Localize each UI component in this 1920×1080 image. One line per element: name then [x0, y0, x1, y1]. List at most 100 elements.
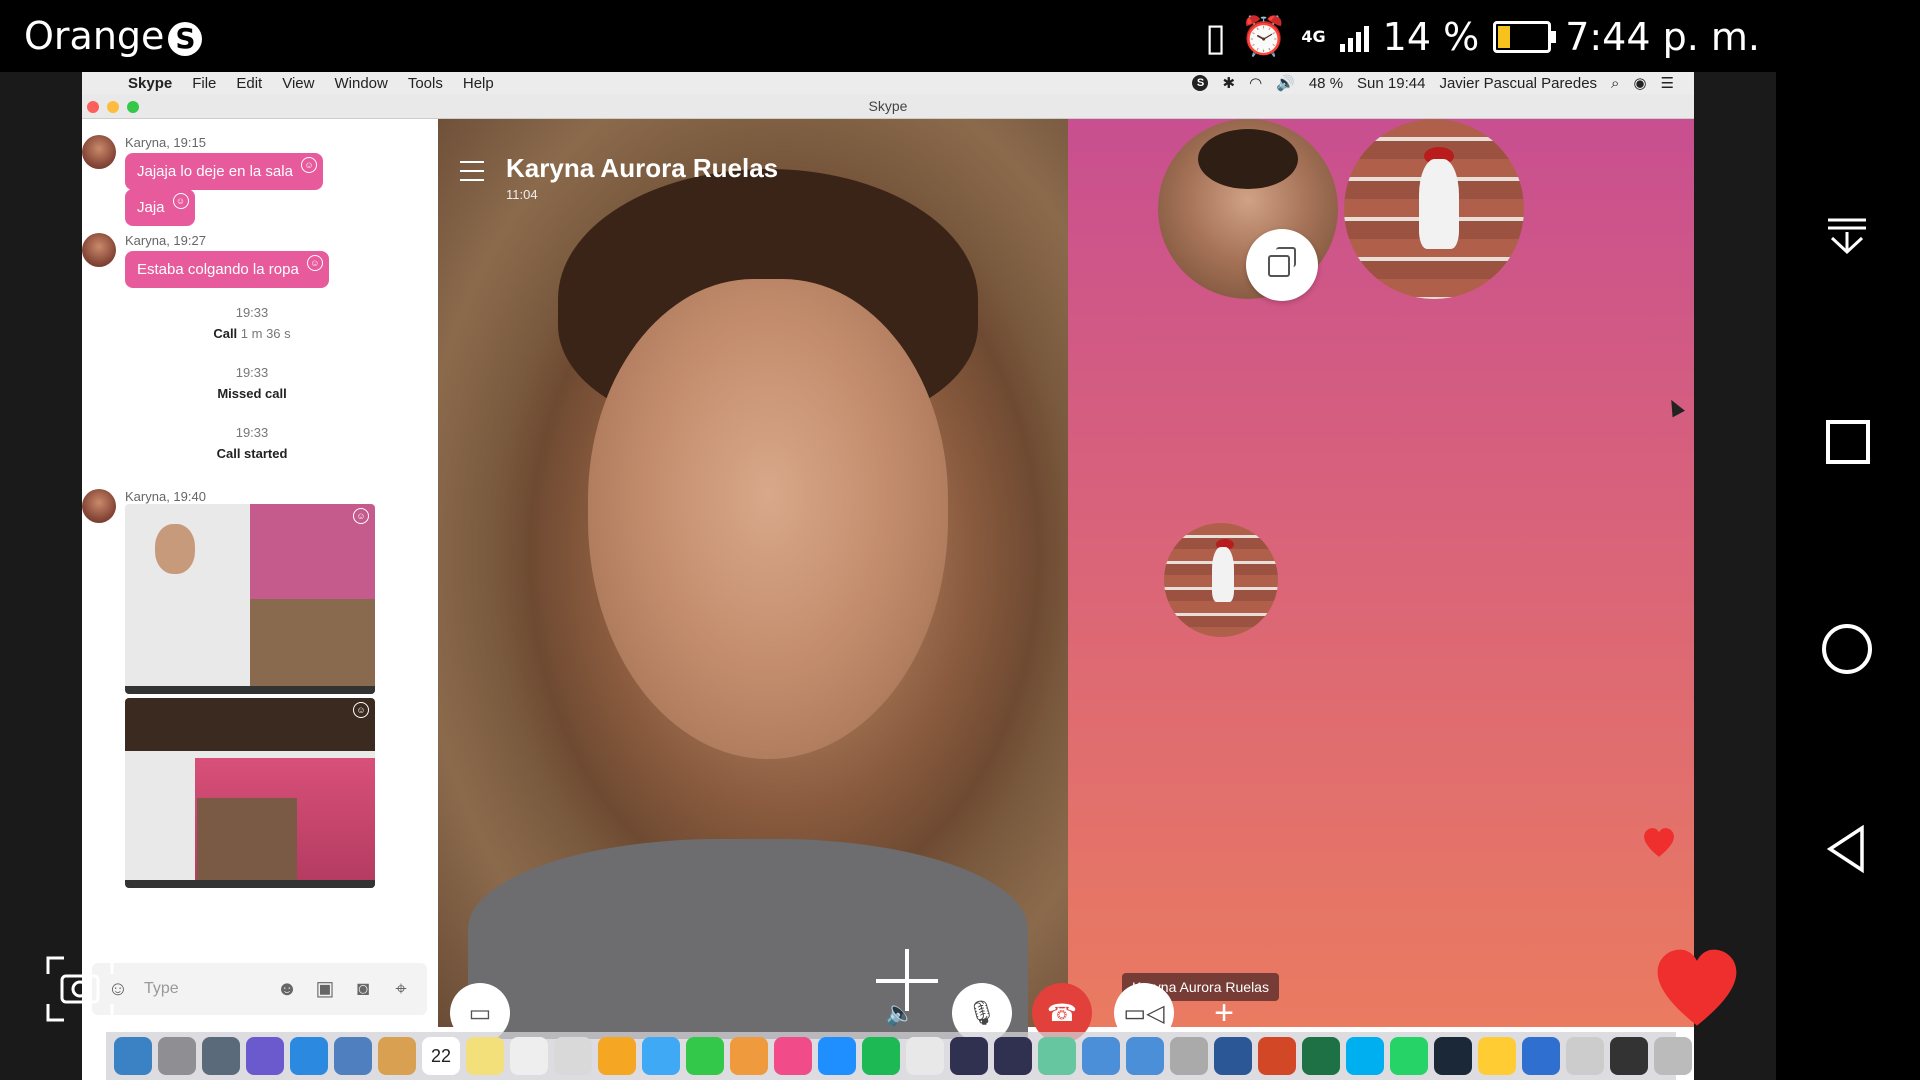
reaction-icon[interactable]: ☺ — [353, 702, 369, 718]
send-money-icon[interactable]: ◙ — [351, 977, 375, 1001]
textedit-icon[interactable] — [510, 1037, 548, 1075]
skype-menubar-icon[interactable]: S — [1192, 75, 1209, 91]
event-time: 19:33 — [235, 365, 269, 380]
preview-icon[interactable] — [334, 1037, 372, 1075]
keynote-icon[interactable] — [1126, 1037, 1164, 1075]
stickies-icon[interactable] — [466, 1037, 504, 1075]
event-detail: 1 m 36 s — [240, 326, 291, 341]
notification-center-icon[interactable]: ☰ — [1661, 74, 1674, 92]
message-bubble[interactable]: Estaba colgando la ropa ☺ — [125, 251, 329, 288]
back-icon[interactable] — [1822, 824, 1872, 874]
pencil-icon[interactable] — [1478, 1037, 1516, 1075]
spotify-icon[interactable] — [862, 1037, 900, 1075]
launchpad-icon[interactable] — [202, 1037, 240, 1075]
event-label: Missed call — [217, 386, 287, 401]
media-gallery-icon[interactable]: ▣ — [313, 977, 337, 1001]
message-bubble[interactable]: Jajaja lo deje en la sala ☺ — [125, 153, 323, 190]
calendar-icon[interactable]: 22 — [422, 1037, 460, 1075]
sticker-icon[interactable]: ☻ — [275, 977, 299, 1001]
reaction-icon[interactable]: ☺ — [353, 508, 369, 524]
alarm-icon: ⏰ — [1240, 14, 1288, 58]
books-icon[interactable] — [730, 1037, 768, 1075]
reaction-icon[interactable]: ☺ — [172, 193, 189, 209]
avatar[interactable] — [82, 489, 116, 523]
itunes-icon[interactable] — [774, 1037, 812, 1075]
message-bubble[interactable]: Jaja ☺ — [125, 189, 195, 226]
menu-help[interactable]: Help — [453, 75, 504, 92]
plus-icon: + — [1214, 993, 1234, 1032]
notes-icon[interactable] — [378, 1037, 416, 1075]
skype-icon[interactable] — [1346, 1037, 1384, 1075]
finder-window-icon[interactable] — [1566, 1037, 1604, 1075]
call-started-event: 19:33 Call started — [82, 425, 422, 461]
signal-icon — [1339, 22, 1369, 52]
atom-icon[interactable] — [1038, 1037, 1076, 1075]
image-attachment[interactable]: ☺ — [125, 504, 375, 694]
facetime-icon[interactable] — [686, 1037, 724, 1075]
siri-icon[interactable] — [246, 1037, 284, 1075]
window2-icon[interactable] — [994, 1037, 1032, 1075]
avatar[interactable] — [82, 135, 116, 169]
menubar-status: S ✱ ◠ 🔊 48 % Sun 19:44 Javier Pascual Pa… — [1192, 72, 1674, 94]
avatar[interactable] — [82, 233, 116, 267]
reaction-icon[interactable]: ☺ — [306, 255, 323, 271]
menu-skype[interactable]: Skype — [118, 75, 182, 92]
vibrate-icon: ▯ — [1205, 14, 1227, 59]
expand-down-icon[interactable] — [1822, 212, 1872, 262]
spotlight-icon[interactable]: ⌕ — [1611, 75, 1619, 92]
powerpoint-icon[interactable] — [1258, 1037, 1296, 1075]
siri-menubar-icon[interactable]: ◉ — [1633, 74, 1646, 92]
disk-utility-icon[interactable] — [1170, 1037, 1208, 1075]
safari-icon[interactable] — [290, 1037, 328, 1075]
menu-file[interactable]: File — [182, 75, 226, 92]
remote-video — [438, 119, 1068, 1039]
trash-icon[interactable] — [1654, 1037, 1692, 1075]
menu-icon[interactable] — [460, 161, 484, 181]
message-input[interactable]: Type — [144, 980, 261, 998]
messages-icon[interactable] — [642, 1037, 680, 1075]
battery-icon — [1493, 20, 1557, 53]
word-icon[interactable] — [1214, 1037, 1252, 1075]
wifi-icon[interactable]: ◠ — [1249, 74, 1262, 92]
home-icon[interactable] — [1822, 624, 1872, 674]
message-composer: ☺ Type ☻ ▣ ◙ ⌖ — [92, 963, 427, 1015]
system-prefs-icon[interactable] — [158, 1037, 196, 1075]
terminal-icon[interactable] — [1610, 1037, 1648, 1075]
menu-window[interactable]: Window — [324, 75, 397, 92]
message-sender: Karyna, 19:15 — [125, 135, 206, 150]
message-text: Jajaja lo deje en la sala — [137, 163, 293, 180]
menu-view[interactable]: View — [272, 75, 324, 92]
window-icon[interactable] — [950, 1037, 988, 1075]
switch-view-button[interactable] — [1246, 229, 1318, 301]
location-icon[interactable]: ⌖ — [389, 977, 413, 1001]
steam-icon[interactable] — [1434, 1037, 1472, 1075]
finder-icon[interactable] — [114, 1037, 152, 1075]
xcode-icon[interactable] — [1522, 1037, 1560, 1075]
mac-battery[interactable]: 48 % — [1309, 75, 1343, 92]
status-icons: ▯ ⏰ 4G 14 % 7:44 p. m. — [1205, 14, 1760, 59]
heart-reaction-icon — [1642, 826, 1676, 860]
reaction-icon[interactable]: ☺ — [300, 157, 317, 173]
photos-app-icon[interactable] — [554, 1037, 592, 1075]
pages-icon[interactable] — [1082, 1037, 1120, 1075]
screen-recorder-icon[interactable] — [44, 954, 116, 1024]
bluetooth-icon[interactable]: ✱ — [1222, 74, 1235, 92]
mouse-pointer-icon — [1665, 396, 1685, 418]
excel-icon[interactable] — [1302, 1037, 1340, 1075]
whatsapp-icon[interactable] — [1390, 1037, 1428, 1075]
battery-percent: 14 % — [1382, 14, 1480, 59]
volume-icon[interactable]: 🔊 — [1276, 74, 1295, 92]
peer-avatar[interactable] — [1344, 119, 1524, 299]
image-attachment[interactable]: ☺ — [125, 698, 375, 888]
menu-edit[interactable]: Edit — [226, 75, 272, 92]
android-nav-bar — [1776, 72, 1920, 1080]
mac-clock[interactable]: Sun 19:44 — [1357, 75, 1425, 92]
mac-user[interactable]: Javier Pascual Paredes — [1439, 75, 1597, 92]
chrome-icon[interactable] — [906, 1037, 944, 1075]
photos-icon[interactable] — [598, 1037, 636, 1075]
app-store-icon[interactable] — [818, 1037, 856, 1075]
chat-icon: ▭ — [468, 999, 492, 1027]
call-view: Karyna Aurora Ruelas 11:04 Karyna Aurora… — [438, 119, 1694, 1043]
recent-apps-icon[interactable] — [1826, 420, 1870, 464]
menu-tools[interactable]: Tools — [398, 75, 453, 92]
